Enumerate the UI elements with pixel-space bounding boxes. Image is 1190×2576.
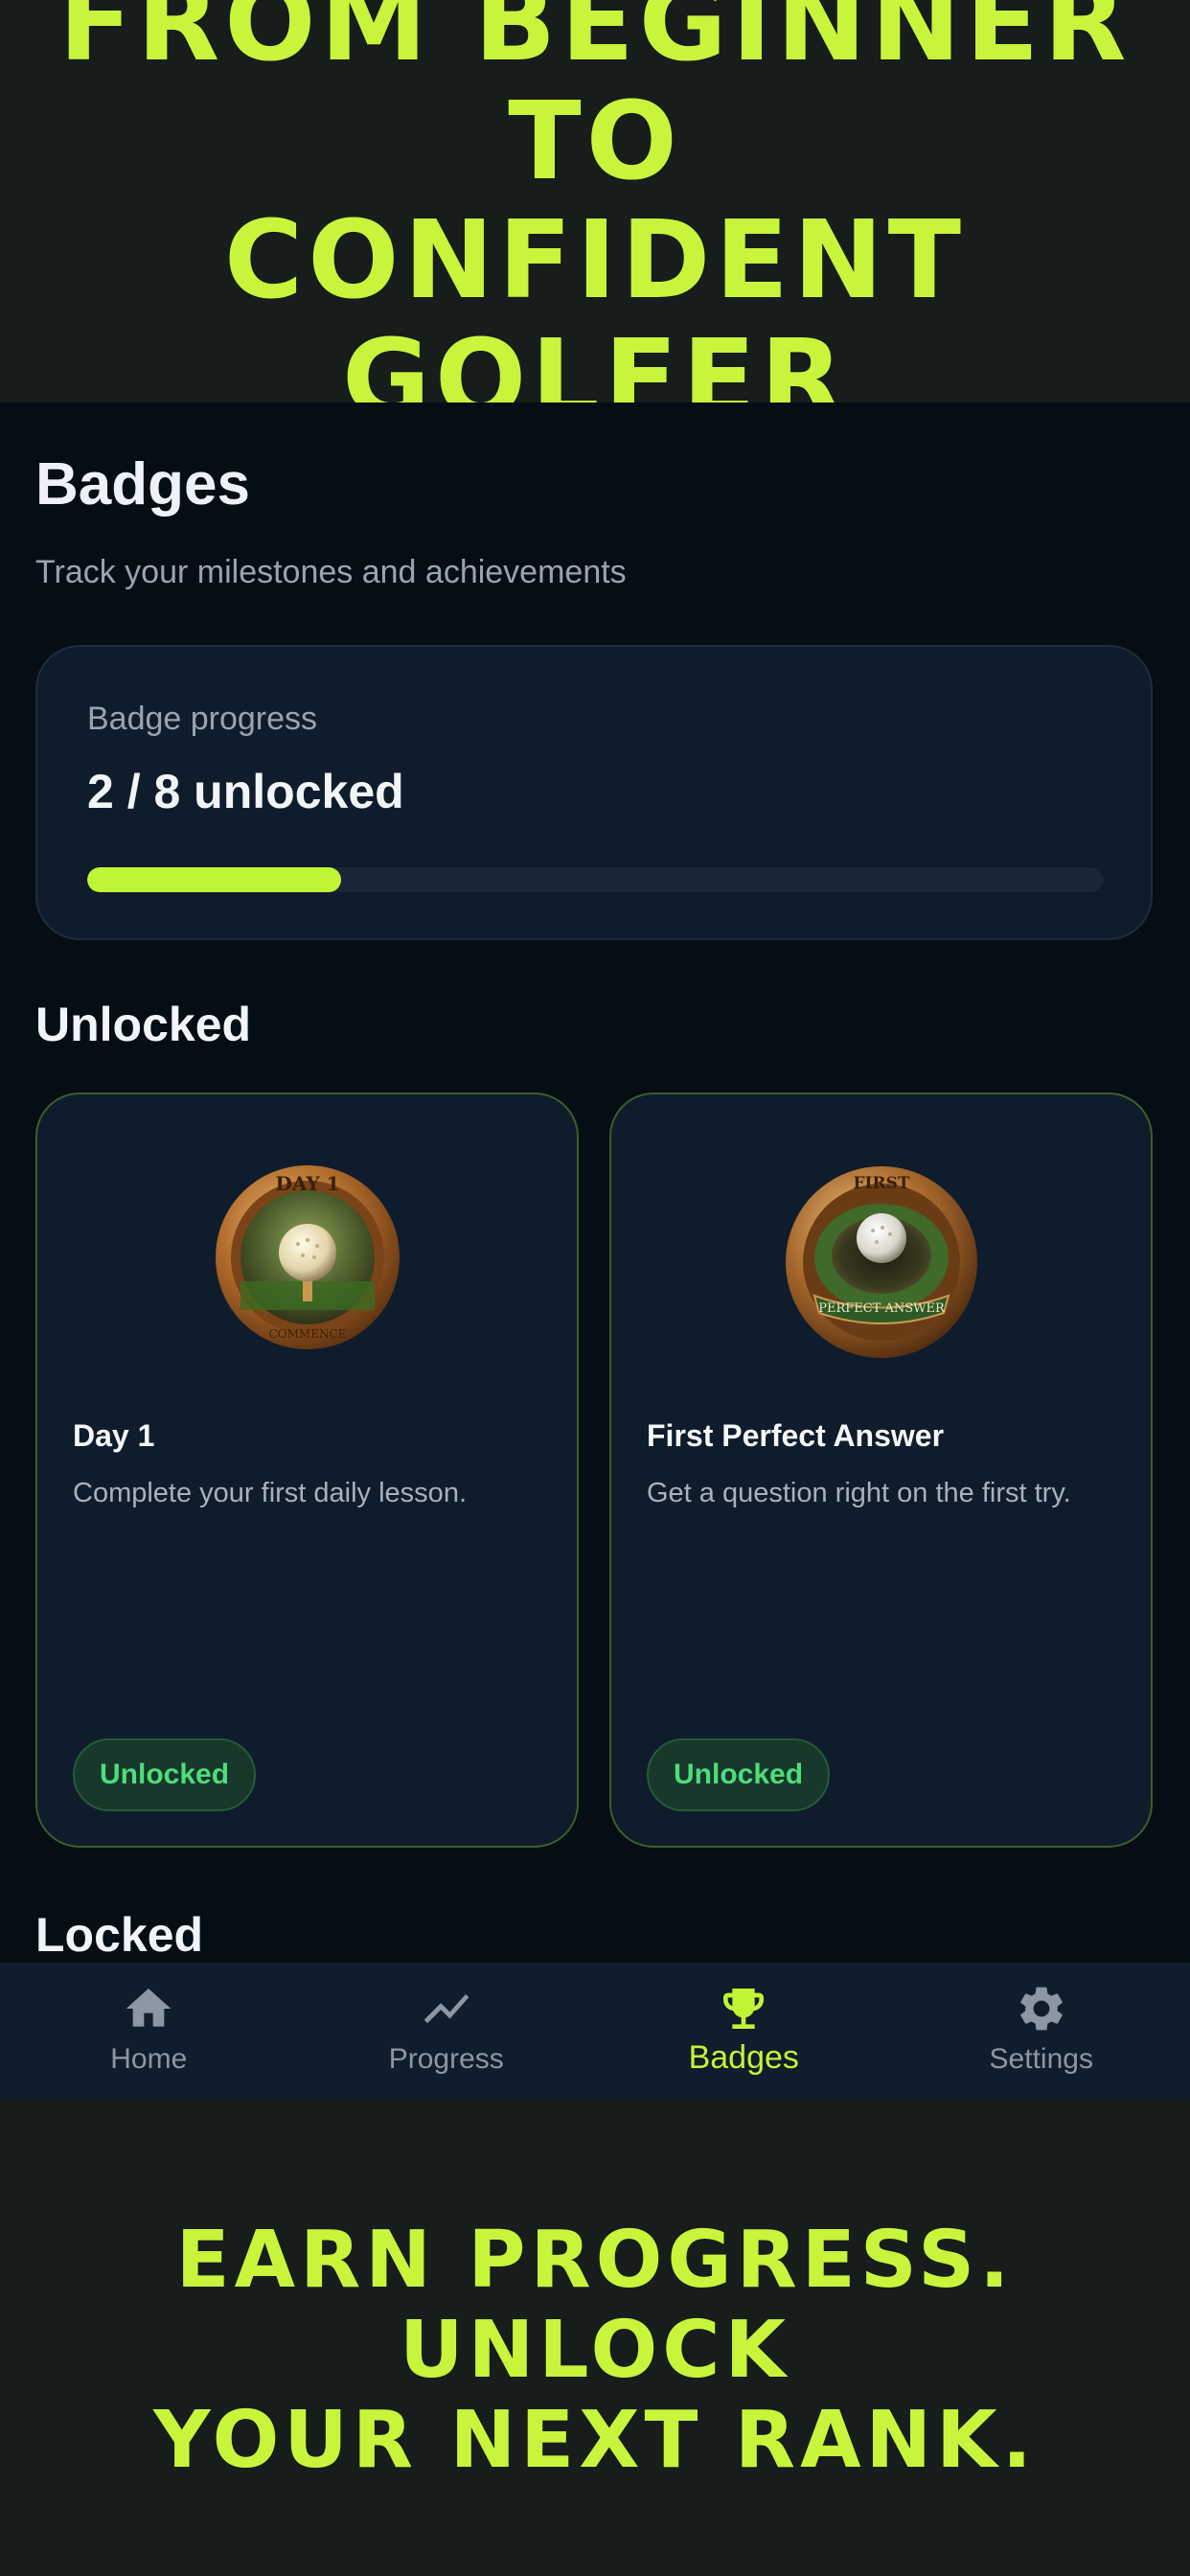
- promo-headline-line1: FROM BEGINNER TO: [58, 0, 1132, 204]
- nav-item-settings[interactable]: Settings: [893, 1963, 1190, 2099]
- trend-icon: [423, 1993, 469, 2024]
- progress-bar: [87, 867, 1103, 892]
- promo-footer-line1: EARN PROGRESS. UNLOCK: [175, 2215, 1015, 2396]
- promo-footer-line2: YOUR NEXT RANK.: [153, 2395, 1037, 2486]
- app-screen: Badges Track your milestones and achieve…: [0, 402, 1190, 2099]
- medal-bottom-text: COMMENCE: [268, 1327, 346, 1341]
- nav-label: Progress: [388, 2043, 504, 2075]
- nav-label: Badges: [688, 2039, 799, 2076]
- nav-item-badges[interactable]: Badges: [595, 1963, 893, 2099]
- trophy-icon: [723, 1989, 765, 2029]
- badge-name: First Perfect Answer: [647, 1418, 945, 1453]
- home-icon: [126, 1989, 172, 2027]
- badge-progress-card: Badge progress 2 / 8 unlocked: [35, 645, 1153, 940]
- progress-value: 2 / 8 unlocked: [87, 765, 404, 818]
- bottom-nav: Home Progress Badges Settings: [0, 1963, 1190, 2099]
- section-title-unlocked: Unlocked: [35, 998, 252, 1051]
- promo-header: FROM BEGINNER TO CONFIDENT GOLFER: [0, 0, 1190, 439]
- badge-description: Complete your first daily lesson.: [73, 1478, 467, 1508]
- badge-name: Day 1: [73, 1418, 155, 1453]
- promo-footer-text: EARN PROGRESS. UNLOCK YOUR NEXT RANK.: [0, 2216, 1190, 2486]
- gear-icon: [1019, 1987, 1063, 2031]
- badge-status-pill: Unlocked: [73, 1738, 257, 1811]
- medal-top-text: FIRST: [853, 1174, 909, 1193]
- progress-bar-fill: [87, 867, 341, 892]
- progress-label: Badge progress: [87, 701, 318, 737]
- page-subtitle: Track your milestones and achievements: [35, 554, 627, 590]
- nav-label: Settings: [989, 2043, 1093, 2075]
- golf-ball-in-hole-medal-icon: FIRST PERFECT ANSWER: [781, 1162, 982, 1368]
- nav-item-progress[interactable]: Progress: [298, 1963, 596, 2099]
- nav-item-home[interactable]: Home: [0, 1963, 298, 2099]
- golf-ball-on-tee-medal-icon: DAY 1 COMMENCE: [212, 1162, 403, 1358]
- medal-bottom-text: PERFECT ANSWER: [818, 1301, 946, 1316]
- badge-card-day-1[interactable]: DAY 1 COMMENCE Day 1 Complete your first…: [35, 1092, 579, 1848]
- badge-status-pill: Unlocked: [647, 1738, 831, 1811]
- nav-label: Home: [110, 2043, 188, 2075]
- promo-footer: EARN PROGRESS. UNLOCK YOUR NEXT RANK.: [0, 2099, 1190, 2576]
- badge-card-first-perfect-answer[interactable]: FIRST PERFECT ANSWER First Perfect Answe…: [609, 1092, 1153, 1848]
- medal-top-text: DAY 1: [275, 1172, 339, 1195]
- section-title-locked: Locked: [35, 1908, 204, 1962]
- page-title: Badges: [35, 451, 250, 518]
- promo-headline: FROM BEGINNER TO CONFIDENT GOLFER: [0, 0, 1190, 439]
- badge-description: Get a question right on the first try.: [647, 1478, 1071, 1508]
